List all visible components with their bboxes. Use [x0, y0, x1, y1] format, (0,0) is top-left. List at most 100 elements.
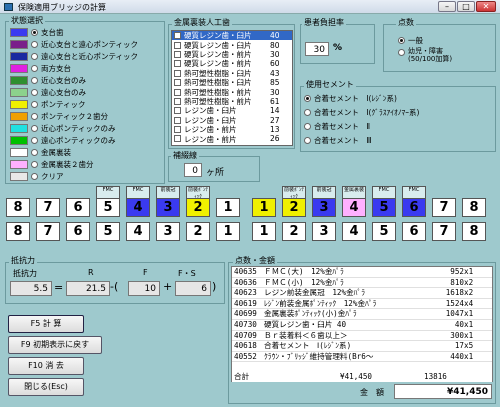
ratio-unit: % — [333, 43, 343, 53]
lower-tooth[interactable]: 6 — [402, 222, 426, 241]
score-row[interactable]: 40623 レジン前装金属冠 12%金ﾊﾟﾗ 1618 x 2 — [232, 288, 492, 299]
score-points: 300 — [450, 330, 464, 340]
radio-indicator — [304, 95, 311, 102]
points-general-radio[interactable]: 一般 — [398, 35, 423, 46]
score-row[interactable]: 40636 ＦＭＣ(小) 12%金ﾊﾟﾗ 810 x 2 — [232, 278, 492, 289]
cement-label: 合着セメント Ⅲ — [314, 136, 372, 145]
score-list[interactable]: 40635 ＦＭＣ(大) 12%金ﾊﾟﾗ 952 x 1 40636 ＦＭＣ(小) 12… — [231, 266, 493, 382]
total-points: 13816 — [424, 372, 447, 381]
lower-tooth[interactable]: 2 — [282, 222, 306, 241]
lower-tooth[interactable]: 3 — [156, 222, 180, 241]
upper-tooth[interactable]: 8 — [462, 198, 486, 217]
upper-tooth[interactable]: 4 — [342, 198, 366, 217]
score-points: 810 — [450, 277, 464, 287]
status-item[interactable]: 遠心支台のみ — [10, 87, 86, 98]
upper-tooth[interactable]: 3 — [156, 198, 180, 217]
close-button[interactable]: ✕ — [476, 1, 496, 12]
status-label: 近心ポンティックのみ — [41, 124, 116, 133]
score-row[interactable]: 40618 合着セメント Ⅰ(ﾚｼﾞﾝ系) 17 x 5 — [232, 341, 492, 352]
lower-tooth[interactable]: 3 — [312, 222, 336, 241]
cement-item[interactable]: 合着セメント Ⅰ(ﾚｼﾞﾝ系) — [304, 93, 397, 104]
score-title: 点数・金額 — [233, 256, 277, 265]
upper-tooth[interactable]: 5 — [372, 198, 396, 217]
reinforce-input[interactable]: 0 — [184, 163, 202, 177]
score-row[interactable]: 40699 金属裏装ﾎﾟﾝﾃｨｯｸ(小)金ﾊﾟﾗ 1047 x 1 — [232, 309, 492, 320]
lower-tooth[interactable]: 6 — [66, 222, 90, 241]
score-row[interactable]: 40709 Ｂｒ装着料＜６歯以上＞ 300 x 1 — [232, 331, 492, 342]
status-item[interactable]: 支台歯 — [10, 27, 64, 38]
score-row[interactable]: 40552 ｸﾗｳﾝ・ﾌﾞﾘｯｼﾞ維持管理料(Br6～ 440 x 1 — [232, 352, 492, 363]
cement-label: 合着セメント Ⅰ(ﾚｼﾞﾝ系) — [314, 94, 397, 103]
upper-tooth[interactable]: 1 — [216, 198, 240, 217]
radio-indicator — [31, 113, 38, 120]
status-item[interactable]: 金属裏装２歯分 — [10, 159, 94, 170]
lower-tooth[interactable]: 7 — [36, 222, 60, 241]
clear-button[interactable]: F10 消 去 — [8, 357, 84, 375]
radio-indicator — [31, 101, 38, 108]
upper-tooth[interactable]: 2 — [186, 198, 210, 217]
score-code: 40635 — [234, 267, 257, 276]
upper-tooth[interactable]: 1 — [252, 198, 276, 217]
upper-tooth[interactable]: 5 — [96, 198, 120, 217]
status-item[interactable]: 近心支台と遠心ポンティック — [10, 39, 138, 50]
lower-tooth[interactable]: 4 — [342, 222, 366, 241]
status-item[interactable]: 金属裏装 — [10, 147, 71, 158]
lower-tooth[interactable]: 1 — [252, 222, 276, 241]
reset-button[interactable]: F9 初期表示に戻す — [8, 336, 102, 354]
color-swatch — [10, 124, 28, 133]
ratio-input[interactable]: 30 — [305, 42, 329, 56]
calc-button[interactable]: F5 計 算 — [8, 315, 84, 333]
fs-value: 6 — [175, 281, 211, 296]
lower-tooth[interactable]: 8 — [462, 222, 486, 241]
upper-tooth[interactable]: 7 — [432, 198, 456, 217]
status-item[interactable]: 遠心ポンティックのみ — [10, 135, 116, 146]
status-item[interactable]: 近心ポンティックのみ — [10, 123, 116, 134]
metal-item[interactable]: レジン歯・前片 26 — [172, 134, 292, 144]
lower-tooth[interactable]: 2 — [186, 222, 210, 241]
status-item[interactable]: 両方支台 — [10, 63, 71, 74]
lower-tooth[interactable]: 8 — [6, 222, 30, 241]
radio-indicator — [304, 123, 311, 130]
score-name: 金属裏装ﾎﾟﾝﾃｨｯｸ(小)金ﾊﾟﾗ — [264, 309, 357, 319]
checkbox — [174, 79, 181, 87]
points-infant-radio[interactable]: 幼児・障害 (50/100加算) — [398, 47, 452, 67]
upper-tooth[interactable]: 4 — [126, 198, 150, 217]
maximize-button[interactable]: □ — [457, 1, 475, 12]
color-swatch — [10, 148, 28, 157]
score-row[interactable]: 40619 ﾚｼﾞﾝ前装金属ﾎﾟﾝﾃｨｯｸ 12%金ﾊﾟﾗ 1524 x 4 — [232, 299, 492, 310]
resist-title: 抵抗力 — [9, 256, 37, 265]
cement-item[interactable]: 合着セメント Ⅲ — [304, 135, 372, 146]
lower-tooth[interactable]: 7 — [432, 222, 456, 241]
checkbox — [174, 32, 181, 40]
lower-tooth[interactable]: 1 — [216, 222, 240, 241]
metal-value: 43 — [270, 68, 280, 78]
total-label: 合計 — [234, 372, 250, 381]
status-item[interactable]: 遠心支台と近心ポンティック — [10, 51, 138, 62]
lower-tooth[interactable]: 5 — [96, 222, 120, 241]
minimize-button[interactable]: – — [438, 1, 456, 12]
score-multiplier: 1 — [468, 267, 474, 276]
color-swatch — [10, 112, 28, 121]
radio-indicator — [31, 137, 38, 144]
upper-tooth[interactable]: 7 — [36, 198, 60, 217]
score-row[interactable]: 40730 硬質レジン歯・臼片 40 40 x 1 — [232, 320, 492, 331]
upper-tooth[interactable]: 6 — [66, 198, 90, 217]
title-bar: 保険適用ブリッジの計算 – □ ✕ — [0, 0, 500, 14]
score-row[interactable]: 40635 ＦＭＣ(大) 12%金ﾊﾟﾗ 952 x 1 — [232, 267, 492, 278]
status-item[interactable]: 近心支台のみ — [10, 75, 86, 86]
lower-tooth[interactable]: 4 — [126, 222, 150, 241]
score-name: ＦＭＣ(小) 12%金ﾊﾟﾗ — [264, 277, 344, 287]
upper-tooth[interactable]: 2 — [282, 198, 306, 217]
status-item[interactable]: クリア — [10, 171, 64, 182]
status-item[interactable]: ポンティック２歯分 — [10, 111, 108, 122]
metal-listbox[interactable]: 硬質レジン歯・臼片 40 硬質レジン歯・臼片 80 硬質レジン歯・前片 30 硬質レジン歯・… — [171, 30, 293, 146]
upper-tooth[interactable]: 3 — [312, 198, 336, 217]
ratio-title: 患者負担率 — [302, 18, 346, 27]
status-item[interactable]: ポンティック — [10, 99, 86, 110]
cement-item[interactable]: 合着セメント Ⅰ(ｸﾞﾗｽｱｲｵﾉﾏｰ系) — [304, 107, 419, 118]
cement-item[interactable]: 合着セメント Ⅱ — [304, 121, 370, 132]
upper-tooth[interactable]: 6 — [402, 198, 426, 217]
upper-tooth[interactable]: 8 — [6, 198, 30, 217]
lower-tooth[interactable]: 5 — [372, 222, 396, 241]
quit-button[interactable]: 閉じる(Esc) — [8, 378, 84, 396]
